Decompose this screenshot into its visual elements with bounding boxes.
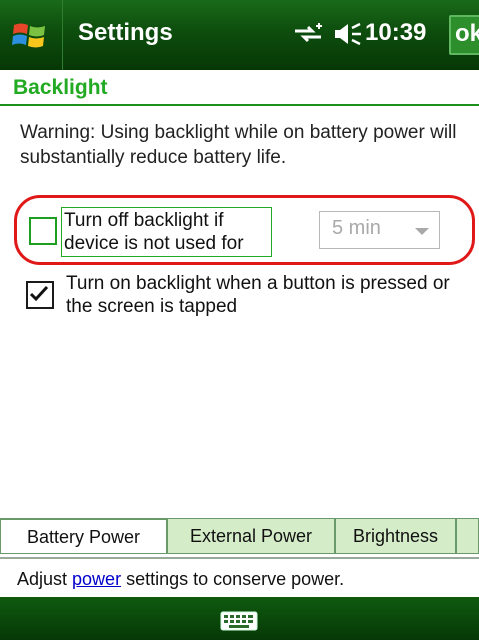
- turn-off-backlight-checkbox[interactable]: [29, 217, 57, 245]
- windows-logo-icon: [12, 23, 45, 48]
- page-title: Backlight: [13, 76, 108, 99]
- ok-button[interactable]: ok: [449, 15, 479, 55]
- power-link[interactable]: power: [72, 569, 121, 589]
- timeout-value: 5 min: [332, 217, 381, 239]
- turn-on-backlight-checkbox[interactable]: [26, 281, 54, 309]
- tab-bar: Battery Power External Power Brightness: [0, 518, 479, 557]
- status-text: Adjust power settings to conserve power.: [17, 569, 345, 589]
- volume-icon[interactable]: [333, 22, 363, 46]
- tab-brightness[interactable]: Brightness: [335, 518, 456, 554]
- turn-off-backlight-label[interactable]: Turn off backlight if device is not used…: [61, 207, 272, 257]
- clock[interactable]: 10:39: [365, 19, 426, 47]
- turn-on-backlight-label[interactable]: Turn on backlight when a button is press…: [66, 272, 466, 318]
- tab-external-power[interactable]: External Power: [167, 518, 335, 554]
- tab-divider: [0, 557, 479, 559]
- soft-key-bar: [0, 597, 479, 640]
- check-icon: [29, 285, 49, 302]
- connectivity-icon[interactable]: [292, 23, 324, 45]
- warning-text: Warning: Using backlight while on batter…: [20, 122, 457, 168]
- timeout-dropdown[interactable]: 5 min: [319, 211, 440, 249]
- window-title: Settings: [78, 19, 173, 46]
- tab-overflow[interactable]: [456, 518, 479, 554]
- chevron-down-icon: [415, 228, 429, 235]
- heading-divider: [0, 104, 479, 106]
- start-button[interactable]: [0, 0, 63, 70]
- keyboard-icon[interactable]: [220, 611, 258, 631]
- title-bar: Settings 10:39 ok: [0, 0, 479, 70]
- tab-battery-power[interactable]: Battery Power: [0, 518, 167, 554]
